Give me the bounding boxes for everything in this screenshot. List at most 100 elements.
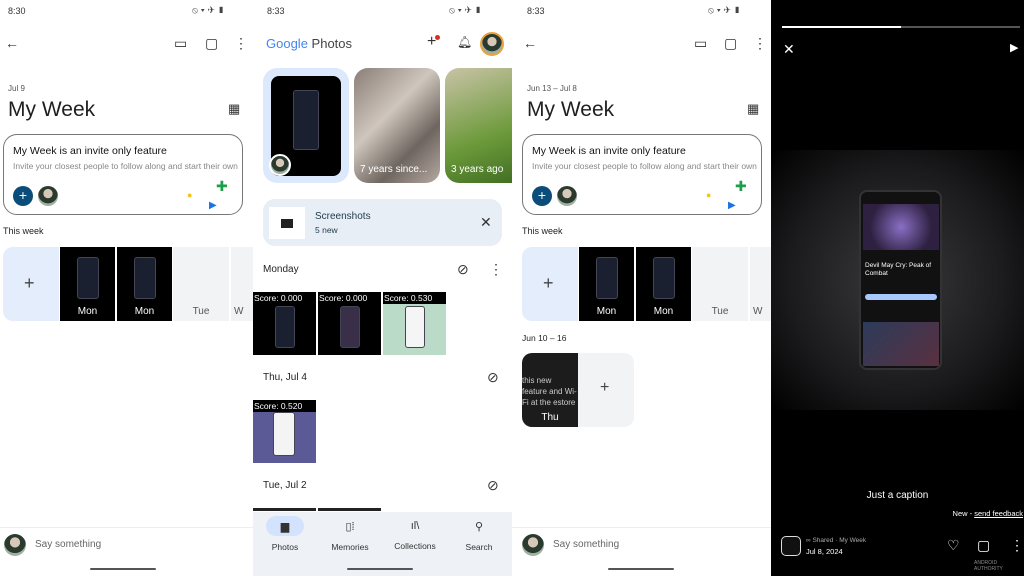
account-avatar[interactable] xyxy=(480,32,504,56)
cast-icon[interactable]: ▭ xyxy=(174,36,187,50)
day-tile[interactable]: Mon xyxy=(117,247,172,321)
home-bar xyxy=(608,568,674,570)
photo-thumb[interactable]: Score: 0.530 xyxy=(383,292,446,355)
invite-body: Invite your closest people to follow alo… xyxy=(13,161,238,171)
add-day-tile[interactable]: + xyxy=(3,247,59,321)
day-tile[interactable]: Tue xyxy=(692,247,748,321)
section-past-week: Jun 10 – 16 xyxy=(522,333,567,343)
close-icon[interactable]: ✕ xyxy=(480,214,492,231)
notification-dot xyxy=(435,35,440,40)
collections-icon: ıl\ xyxy=(410,520,420,532)
day-tile[interactable]: W xyxy=(231,247,253,321)
photo-icon: ▆ xyxy=(280,521,290,533)
composer: Say something xyxy=(0,527,253,576)
date-range: Jun 13 – Jul 8 xyxy=(527,84,577,93)
day-tile[interactable]: W xyxy=(750,247,771,321)
close-icon[interactable]: ✕ xyxy=(783,42,795,56)
heart-icon[interactable]: ♡ xyxy=(947,538,960,552)
back-arrow-icon[interactable]: ← xyxy=(523,36,537,50)
invite-add-button[interactable]: + xyxy=(532,186,552,206)
avatar xyxy=(4,534,26,556)
google-photos-panel: 8:33 ⦸▾✈▮ Google Photos + 🔔︎ 7 years sin… xyxy=(253,0,512,576)
select-check-icon[interactable]: ⊘ xyxy=(487,370,499,384)
section-this-week: This week xyxy=(522,226,563,236)
search-icon: ⚲ xyxy=(474,521,484,533)
memories-icon: ▯⁞ xyxy=(345,521,355,533)
status-time: 8:33 xyxy=(267,6,285,16)
nav-memories[interactable]: ▯⁞ Memories xyxy=(320,520,380,552)
my-week-panel-1: 8:30 ⦸▾✈▮ ← ▭ ▢ ⋮ Jul 9 My Week ▦ My Wee… xyxy=(0,0,253,576)
screenshots-card[interactable]: Screenshots 5 new ✕ xyxy=(263,199,502,246)
shared-label: ∞ Shared · My Week xyxy=(806,537,867,544)
composer: Say something xyxy=(512,527,771,576)
watermark: ANDROID AUTHORITY xyxy=(974,560,1003,572)
bell-icon[interactable]: 🔔︎ xyxy=(457,36,472,48)
more-icon[interactable]: ⋮ xyxy=(753,36,767,50)
status-icons: ⦸▾✈▮ xyxy=(192,5,228,15)
comment-icon[interactable]: ▢ xyxy=(724,36,737,50)
post-date: Jul 8, 2024 xyxy=(806,547,843,556)
confetti-icon: ● xyxy=(706,190,712,200)
play-icon[interactable]: ▶ xyxy=(1010,43,1018,54)
story-screenshot: Devil May Cry: Peak of Combat xyxy=(859,190,942,370)
confetti-icon: ✚ xyxy=(216,178,228,194)
grid-view-icon[interactable]: ▦ xyxy=(228,102,240,115)
caption: Just a caption xyxy=(866,490,929,501)
memory-card-my-week[interactable] xyxy=(263,68,349,183)
day-tile[interactable]: Mon xyxy=(60,247,115,321)
google-photos-logo: Google Photos xyxy=(266,36,353,51)
bottom-nav: ▆ Photos ▯⁞ Memories ıl\ Collections ⚲ Searc… xyxy=(253,512,512,576)
photo-thumb[interactable]: Score: 0.520 xyxy=(253,400,316,463)
story-viewer-panel: ✕ ▶ Devil May Cry: Peak of Combat Just a… xyxy=(771,0,1024,576)
say-something-input[interactable]: Say something xyxy=(35,539,101,550)
day-tile[interactable]: Mon xyxy=(579,247,634,321)
avatar xyxy=(557,186,577,206)
more-icon[interactable]: ⋮ xyxy=(1010,538,1024,552)
add-day-tile[interactable]: + xyxy=(522,247,578,321)
day-tile[interactable]: Tue xyxy=(173,247,229,321)
more-icon[interactable]: ⋮ xyxy=(234,36,248,50)
invite-card: My Week is an invite only feature Invite… xyxy=(3,134,243,215)
select-check-icon[interactable]: ⊘ xyxy=(487,478,499,492)
say-something-input[interactable]: Say something xyxy=(553,539,619,550)
confetti-icon: ▶ xyxy=(728,200,736,211)
status-icons: ⦸▾✈▮ xyxy=(708,5,744,15)
comment-icon[interactable]: ▢ xyxy=(205,36,218,50)
memory-card[interactable]: 3 years ago xyxy=(445,68,512,183)
date-range: Jul 9 xyxy=(8,84,25,93)
story-progress xyxy=(782,26,1020,28)
invite-add-button[interactable]: + xyxy=(13,186,33,206)
screenshots-title: Screenshots xyxy=(315,211,371,222)
my-week-panel-2: 8:33 ⦸▾✈▮ ← ▭ ▢ ⋮ Jun 13 – Jul 8 My Week… xyxy=(512,0,771,576)
avatar xyxy=(269,154,291,176)
photo-thumb[interactable]: Score: 0.000 xyxy=(318,292,381,355)
grid-view-icon[interactable]: ▦ xyxy=(747,102,759,115)
home-bar xyxy=(347,568,413,570)
select-check-icon[interactable]: ⊘ xyxy=(457,262,469,276)
day-tile[interactable]: this new feature and Wi-Fi at the estore… xyxy=(522,353,578,427)
memory-card[interactable]: 7 years since... xyxy=(354,68,440,183)
group-label: Monday xyxy=(263,264,299,275)
more-icon[interactable]: ⋮ xyxy=(489,262,503,276)
invite-title: My Week is an invite only feature xyxy=(13,145,167,157)
post-thumbnail[interactable] xyxy=(781,536,801,556)
group-label: Tue, Jul 2 xyxy=(263,480,307,491)
back-arrow-icon[interactable]: ← xyxy=(5,36,19,50)
group-label: Thu, Jul 4 xyxy=(263,372,307,383)
nav-photos[interactable]: ▆ Photos xyxy=(255,520,315,552)
status-icons: ⦸▾✈▮ xyxy=(449,5,485,15)
status-time: 8:30 xyxy=(8,6,26,16)
cast-icon[interactable]: ▭ xyxy=(694,36,707,50)
invite-body: Invite your closest people to follow alo… xyxy=(532,161,757,171)
status-time: 8:33 xyxy=(527,6,545,16)
invite-title: My Week is an invite only feature xyxy=(532,145,686,157)
send-feedback-link[interactable]: send feedback xyxy=(974,509,1023,518)
day-tile[interactable]: Mon xyxy=(636,247,691,321)
add-day-tile[interactable]: + xyxy=(578,353,634,427)
photo-thumb[interactable]: Score: 0.000 xyxy=(253,292,316,355)
nav-collections[interactable]: ıl\ Collections xyxy=(385,520,445,551)
confetti-icon: ● xyxy=(187,190,193,200)
nav-search[interactable]: ⚲ Search xyxy=(449,520,509,552)
avatar xyxy=(522,534,544,556)
comment-icon[interactable]: ▢ xyxy=(977,538,990,552)
